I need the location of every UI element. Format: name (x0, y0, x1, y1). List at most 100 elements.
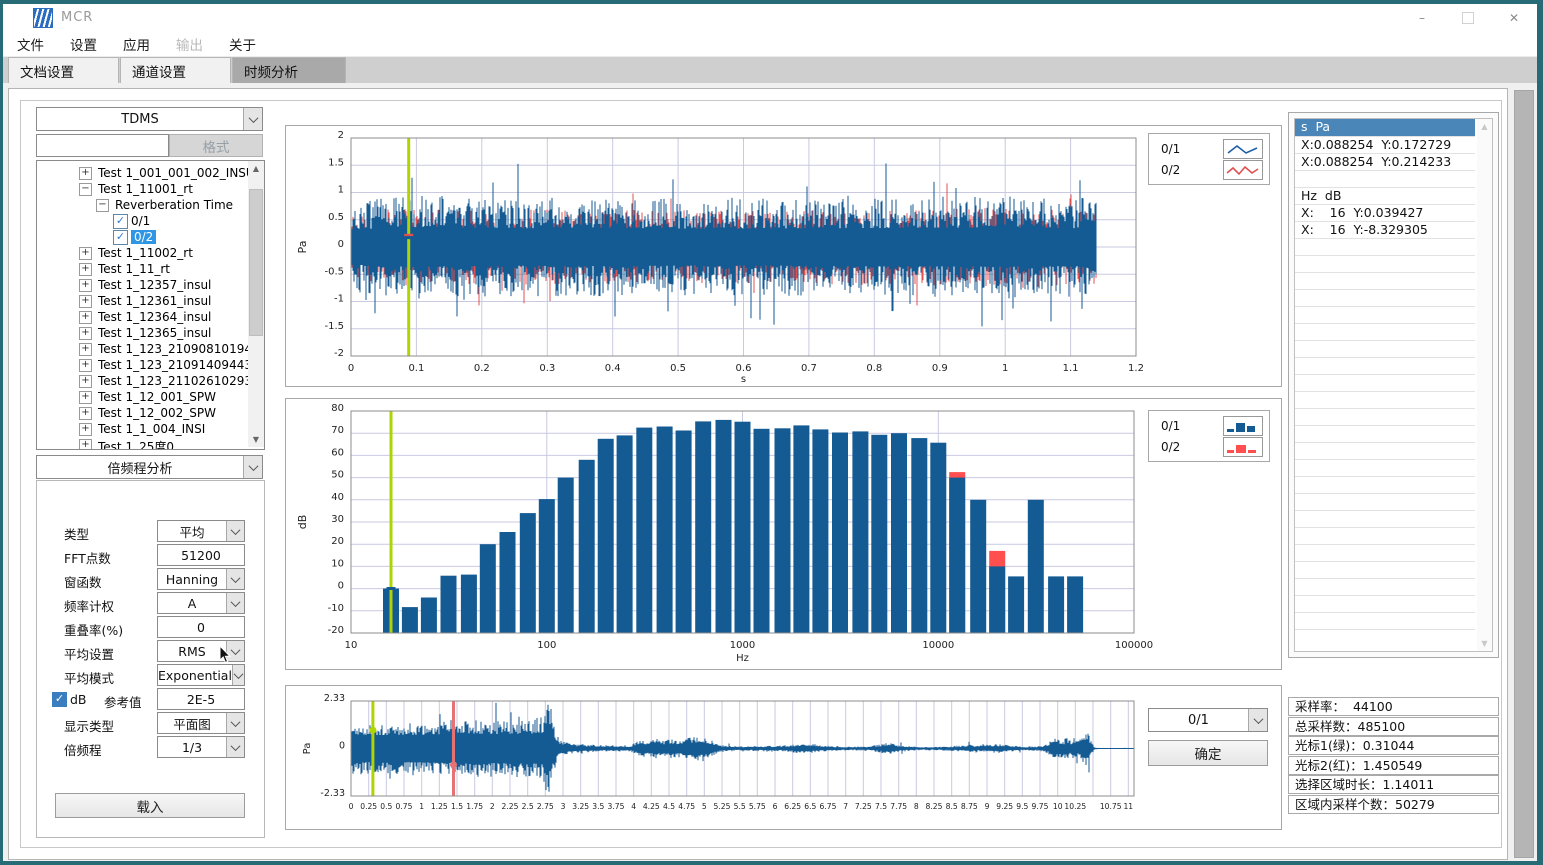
field-control-8[interactable]: 平面图 (157, 712, 245, 734)
expand-icon[interactable]: + (79, 407, 92, 420)
tree-item[interactable]: +Test 1_12365_insul (37, 325, 245, 341)
cursor-list-item[interactable] (1295, 341, 1475, 358)
chevron-down-icon[interactable] (226, 569, 244, 589)
tree-item[interactable]: +Test 1_001_001_002_INSU (37, 165, 245, 181)
expand-icon[interactable]: + (79, 439, 92, 450)
cursor-list-item[interactable] (1295, 358, 1475, 375)
cursor-list-item[interactable] (1295, 307, 1475, 324)
menu-item-0[interactable]: 文件 (17, 34, 44, 54)
expand-icon[interactable]: + (79, 359, 92, 372)
field-control-1[interactable]: 51200 (157, 544, 245, 566)
menu-item-2[interactable]: 应用 (123, 34, 150, 54)
field-control-2[interactable]: Hanning (157, 568, 245, 590)
tree-item[interactable]: +Test 1_1_004_INSI (37, 421, 245, 437)
cursor-list-item[interactable] (1295, 511, 1475, 528)
expand-icon[interactable]: + (79, 327, 92, 340)
field-control-4[interactable]: 0 (157, 616, 245, 638)
cursor-list-item[interactable] (1295, 426, 1475, 443)
cursor-list-item[interactable] (1295, 290, 1475, 307)
collapse-icon[interactable]: − (79, 183, 92, 196)
field-control-0[interactable]: 平均 (157, 520, 245, 542)
cursor-list-item[interactable] (1295, 375, 1475, 392)
cursor-list-item[interactable] (1295, 324, 1475, 341)
load-button[interactable]: 载入 (55, 793, 245, 818)
chevron-down-icon[interactable] (226, 737, 244, 757)
analysis-type-select[interactable]: 倍频程分析 (36, 455, 263, 479)
chevron-down-icon[interactable] (226, 593, 244, 613)
tree-item[interactable]: +Test 1_12_001_SPW (37, 389, 245, 405)
tab-2[interactable]: 时频分析 (232, 57, 346, 83)
chevron-down-icon[interactable] (243, 456, 262, 478)
cursor-list-item[interactable] (1295, 443, 1475, 460)
expand-icon[interactable]: + (79, 343, 92, 356)
tree-item[interactable]: +Test 1_11_rt (37, 261, 245, 277)
expand-icon[interactable]: + (79, 263, 92, 276)
checkbox-checked-icon[interactable]: ✓ (113, 230, 128, 245)
expand-icon[interactable]: + (79, 311, 92, 324)
time-chart-canvas[interactable]: 00.10.20.30.40.50.60.70.80.911.11.221.51… (286, 126, 1279, 384)
cursor-list-item[interactable] (1295, 409, 1475, 426)
time-waveform-chart[interactable]: 00.10.20.30.40.50.60.70.80.911.11.221.51… (285, 125, 1282, 387)
confirm-button[interactable]: 确定 (1148, 740, 1268, 766)
tree-item[interactable]: ✓0/1 (37, 213, 245, 229)
info-scrollbar[interactable]: ▲▼ (1477, 119, 1492, 651)
chevron-down-icon[interactable] (232, 665, 244, 685)
field-control-9[interactable]: 1/3 (157, 736, 245, 758)
chevron-down-icon[interactable] (1248, 709, 1267, 731)
expand-icon[interactable]: + (79, 167, 92, 180)
field-control-3[interactable]: A (157, 592, 245, 614)
reference-value-input[interactable]: 2E-5 (157, 688, 245, 710)
tree-item[interactable]: ✓0/2 (37, 229, 245, 245)
cursor-list-item[interactable] (1295, 596, 1475, 613)
tree-item[interactable]: +Test 1_25度0 (37, 437, 245, 450)
checkbox-checked-icon[interactable]: ✓ (113, 214, 128, 229)
tree-item[interactable]: +Test 1_123_210914094435_spw (37, 357, 245, 373)
scroll-down-icon[interactable]: ▼ (1477, 636, 1492, 651)
cursor-list-item[interactable] (1295, 477, 1475, 494)
cursor-list-item[interactable]: X:0.088254 Y:0.172729 (1295, 137, 1475, 154)
cursor-list-item[interactable] (1295, 562, 1475, 579)
expand-icon[interactable]: + (79, 279, 92, 292)
file-format-select[interactable]: TDMS (36, 107, 263, 131)
cursor-list-item[interactable] (1295, 171, 1475, 188)
menu-item-1[interactable]: 设置 (70, 34, 97, 54)
chevron-down-icon[interactable] (226, 521, 244, 541)
channel-select[interactable]: 0/1 (1148, 708, 1268, 732)
menu-item-4[interactable]: 关于 (229, 34, 256, 54)
octave-chart-canvas[interactable]: 1010010001000010000080706050403020100-10… (286, 399, 1279, 667)
tree-item[interactable]: −Test 1_11001_rt (37, 181, 245, 197)
cursor-list-item[interactable] (1295, 494, 1475, 511)
expand-icon[interactable]: + (79, 375, 92, 388)
tree-scrollbar-thumb[interactable] (249, 189, 263, 336)
cursor-list-header[interactable]: s Pa (1295, 119, 1475, 137)
cursor-list-item[interactable] (1295, 392, 1475, 409)
minimize-button[interactable]: – (1399, 4, 1445, 32)
tree-item[interactable]: +Test 1_12_002_SPW (37, 405, 245, 421)
tree-item[interactable]: +Test 1_12357_insul (37, 277, 245, 293)
expand-icon[interactable]: + (79, 295, 92, 308)
tree-item[interactable]: +Test 1_123_210908101941_spw (37, 341, 245, 357)
close-button[interactable]: ✕ (1491, 4, 1537, 32)
cursor-list-item[interactable] (1295, 256, 1475, 273)
overview-chart-canvas[interactable]: 00.250.50.7511.251.51.7522.252.52.7533.2… (286, 686, 1279, 827)
scroll-down-icon[interactable]: ▼ (248, 432, 264, 447)
tree-item[interactable]: +Test 1_12361_insul (37, 293, 245, 309)
maximize-button[interactable] (1445, 4, 1491, 32)
db-checkbox[interactable]: ✓ (52, 692, 67, 707)
cursor-list-item[interactable] (1295, 273, 1475, 290)
tree-item[interactable]: +Test 1_123_211026102932_spw (37, 373, 245, 389)
window-scrollbar[interactable] (1514, 90, 1534, 858)
expand-icon[interactable]: + (79, 391, 92, 404)
tab-0[interactable]: 文档设置 (8, 57, 119, 83)
octave-spectrum-chart[interactable]: 1010010001000010000080706050403020100-10… (285, 398, 1282, 670)
tree-item[interactable]: +Test 1_12364_insul (37, 309, 245, 325)
cursor-list-item[interactable]: Hz dB (1295, 188, 1475, 205)
collapse-icon[interactable]: − (96, 199, 109, 212)
cursor-list-item[interactable] (1295, 545, 1475, 562)
cursor-list-item[interactable]: X: 16 Y:0.039427 (1295, 205, 1475, 222)
cursor-list-item[interactable]: X: 16 Y:-8.329305 (1295, 222, 1475, 239)
tree-scrollbar[interactable]: ▲▼ (248, 161, 264, 447)
cursor-list-item[interactable] (1295, 239, 1475, 256)
overview-waveform-chart[interactable]: 00.250.50.7511.251.51.7522.252.52.7533.2… (285, 685, 1282, 830)
expand-icon[interactable]: + (79, 247, 92, 260)
